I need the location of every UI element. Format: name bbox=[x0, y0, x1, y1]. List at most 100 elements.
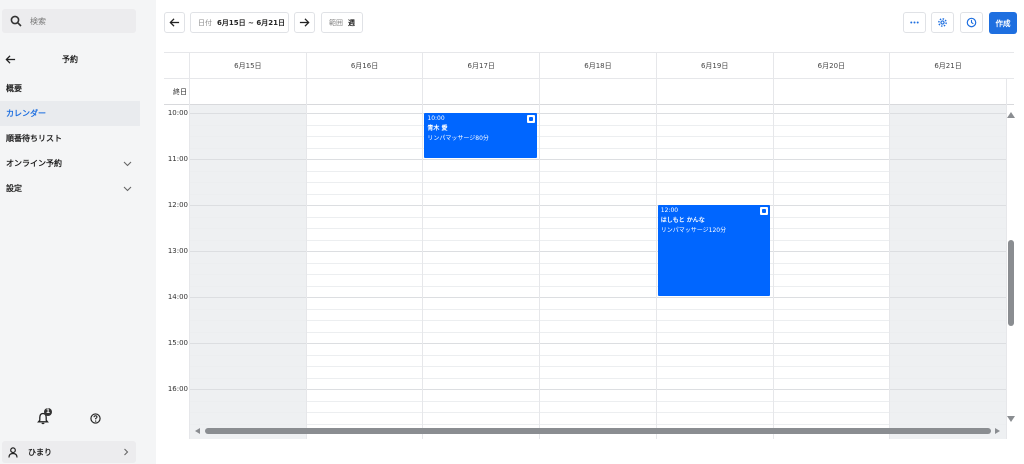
event-status-icon bbox=[527, 115, 536, 123]
scroll-right-arrow[interactable] bbox=[995, 428, 1000, 434]
hour-line bbox=[189, 297, 1006, 298]
day-header[interactable]: 6月16日 bbox=[305, 53, 423, 79]
sidebar-item-1[interactable]: カレンダー bbox=[0, 101, 140, 126]
search-placeholder: 検索 bbox=[30, 16, 46, 26]
day-header[interactable]: 6月15日 bbox=[189, 53, 306, 79]
column-divider bbox=[539, 79, 541, 439]
create-button[interactable]: 作成 bbox=[989, 12, 1017, 34]
horizontal-scroll-thumb[interactable] bbox=[205, 428, 991, 434]
search-box[interactable]: 検索 bbox=[2, 9, 136, 33]
quarter-line bbox=[189, 377, 1006, 379]
time-label: 16:00 bbox=[167, 385, 188, 393]
column-divider bbox=[189, 79, 190, 439]
column-divider bbox=[655, 79, 657, 439]
chevron-down-icon bbox=[123, 161, 132, 167]
back-button[interactable] bbox=[2, 54, 18, 65]
main-panel: 日付 6月15日 ~ 6月21日 範囲 週 作成 6月15日 6月16日 6月17日… bbox=[156, 0, 1024, 464]
time-label: 15:00 bbox=[167, 339, 188, 347]
all-day-label: 終日 bbox=[173, 88, 187, 96]
scroll-up-arrow[interactable] bbox=[1007, 112, 1015, 118]
hour-line bbox=[189, 389, 1006, 390]
scroll-left-arrow[interactable] bbox=[195, 428, 200, 434]
help-icon[interactable] bbox=[90, 413, 101, 424]
appointment-event[interactable]: 12:00 はしもと かんな リンパマッサージ120分 bbox=[657, 205, 771, 296]
event-status-icon bbox=[760, 207, 769, 215]
hour-line bbox=[189, 251, 1006, 252]
event-customer: 青木 愛 bbox=[427, 125, 448, 132]
quarter-line bbox=[189, 331, 1006, 333]
chevron-down-icon bbox=[123, 186, 132, 192]
quarter-line bbox=[189, 147, 1006, 149]
time-label: 10:00 bbox=[167, 109, 188, 117]
quarter-line bbox=[189, 400, 1006, 402]
date-range-picker[interactable]: 日付 6月15日 ~ 6月21日 bbox=[190, 12, 289, 33]
quarter-line bbox=[189, 216, 1006, 218]
quarter-line bbox=[189, 136, 1006, 137]
event-service: リンパマッサージ120分 bbox=[660, 227, 727, 234]
sidebar-title: 予約 bbox=[62, 54, 78, 64]
user-icon bbox=[8, 446, 18, 458]
next-week-button[interactable] bbox=[294, 12, 315, 33]
event-time: 10:00 bbox=[427, 115, 445, 122]
event-customer: はしもと かんな bbox=[660, 217, 705, 224]
arrow-left-icon bbox=[4, 54, 15, 64]
quarter-line bbox=[189, 193, 1006, 195]
date-value: 6月15日 ~ 6月21日 bbox=[217, 18, 285, 27]
day-header[interactable]: 6月17日 bbox=[422, 53, 539, 79]
horizontal-scrollbar[interactable] bbox=[191, 427, 1003, 436]
hour-line bbox=[189, 343, 1006, 344]
scope-selector[interactable]: 範囲 週 bbox=[321, 12, 363, 33]
hour-line bbox=[189, 159, 1006, 160]
sidebar-item-4[interactable]: 設定 bbox=[0, 176, 140, 201]
quarter-line bbox=[189, 239, 1006, 241]
day-header[interactable]: 6月19日 bbox=[655, 53, 773, 79]
history-button[interactable] bbox=[960, 12, 983, 33]
day-header-row: 6月15日 6月16日 6月17日 6月18日 6月19日 6月20日 6月21日 bbox=[164, 53, 1014, 79]
sidebar-header: 予約 bbox=[0, 49, 140, 69]
sidebar-footer-icons: 1 bbox=[0, 408, 140, 428]
sidebar: 検索 予約 概要カレンダー順番待ちリスト オンライン予約設定 1 ひまり bbox=[0, 0, 146, 464]
arrow-right-icon bbox=[299, 18, 310, 27]
day-header[interactable]: 6月18日 bbox=[539, 53, 656, 79]
quarter-line bbox=[189, 274, 1006, 275]
event-service: リンパマッサージ80分 bbox=[427, 135, 489, 142]
more-button[interactable] bbox=[903, 12, 926, 33]
vertical-scroll-thumb[interactable] bbox=[1008, 240, 1014, 326]
more-dots-icon bbox=[910, 21, 919, 24]
quarter-line bbox=[189, 320, 1006, 321]
sidebar-item-0[interactable]: 概要 bbox=[0, 76, 140, 101]
time-grid[interactable]: 10:00 11:00 12:00 13:00 14:00 15:00 16:00 10:00… bbox=[164, 109, 1014, 426]
column-divider bbox=[772, 79, 774, 439]
scroll-down-arrow[interactable] bbox=[1007, 416, 1015, 422]
user-menu[interactable]: ひまり bbox=[2, 441, 136, 463]
quarter-line bbox=[189, 412, 1006, 413]
week-calendar: 6月15日 6月16日 6月17日 6月18日 6月19日 6月20日 6月21日 終日 1… bbox=[164, 52, 1014, 439]
column-divider bbox=[305, 79, 307, 439]
arrow-left-icon bbox=[169, 18, 180, 27]
all-day-row: 終日 bbox=[164, 79, 1014, 105]
time-label: 13:00 bbox=[167, 247, 188, 255]
sidebar-item-3[interactable]: オンライン予約 bbox=[0, 151, 140, 176]
sidebar-item-label: 設定 bbox=[6, 184, 22, 193]
settings-button[interactable] bbox=[931, 12, 954, 33]
quarter-line bbox=[189, 366, 1006, 367]
gear-icon bbox=[938, 18, 947, 27]
day-header[interactable]: 6月20日 bbox=[772, 53, 890, 79]
user-name: ひまり bbox=[28, 447, 52, 457]
quarter-line bbox=[189, 262, 1006, 264]
vertical-scrollbar[interactable] bbox=[1007, 106, 1015, 426]
appointment-event[interactable]: 10:00 青木 愛リンパマッサージ80分 bbox=[424, 113, 538, 158]
quarter-line bbox=[189, 354, 1006, 356]
notification-badge: 1 bbox=[44, 408, 52, 416]
quarter-line bbox=[189, 228, 1006, 229]
date-label: 日付 bbox=[198, 18, 212, 27]
quarter-line bbox=[189, 308, 1006, 310]
hour-line bbox=[189, 113, 1006, 114]
hour-line bbox=[189, 205, 1006, 206]
quarter-line bbox=[189, 124, 1006, 126]
day-header[interactable]: 6月21日 bbox=[889, 53, 1006, 79]
prev-week-button[interactable] bbox=[164, 12, 185, 33]
sidebar-item-label: カレンダー bbox=[6, 109, 46, 118]
sidebar-item-2[interactable]: 順番待ちリスト bbox=[0, 126, 140, 151]
column-divider bbox=[422, 79, 424, 439]
